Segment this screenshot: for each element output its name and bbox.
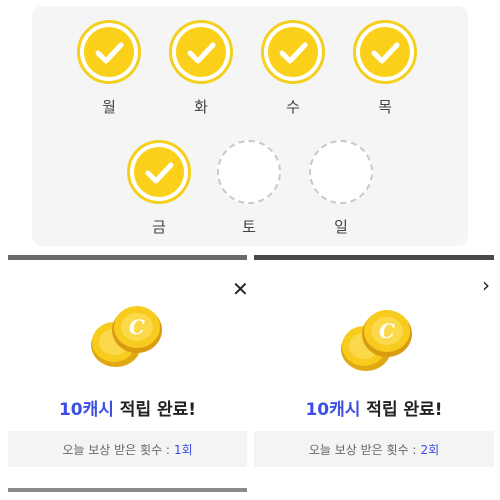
reward-popup: ✕ C 10캐시 적립 완료! 오늘 보상 받은 횟수 : 1회 (8, 255, 249, 492)
svg-text:C: C (129, 315, 145, 339)
day-label: 목 (378, 98, 392, 116)
day-label: 월 (102, 98, 116, 116)
coins-icon: C (341, 310, 412, 371)
day-tue: 화 (169, 10, 233, 116)
reward-count-value: 1회 (173, 442, 193, 457)
chevron-right-icon[interactable]: › (482, 275, 490, 295)
cash-amount: 10캐시 (58, 400, 114, 420)
headline-text: 적립 완료! (360, 400, 443, 420)
divider (254, 255, 494, 260)
reward-headline: 10캐시 적립 완료! (254, 395, 494, 420)
day-fri: 금 (127, 130, 191, 236)
day-sat: 토 (217, 130, 281, 236)
day-mon: 월 (77, 10, 141, 116)
day-label: 금 (152, 218, 166, 236)
day-wed: 수 (261, 10, 325, 116)
day-label: 수 (286, 98, 300, 116)
reward-count-bar: 오늘 보상 받은 횟수 : 2회 (254, 431, 494, 467)
reward-count-value: 2회 (420, 442, 440, 457)
divider (8, 255, 247, 260)
reward-count-label: 오늘 보상 받은 횟수 : (62, 442, 170, 457)
close-icon[interactable]: ✕ (232, 279, 249, 299)
day-label: 일 (334, 218, 348, 236)
day-label: 화 (194, 98, 208, 116)
reward-headline: 10캐시 적립 완료! (8, 395, 247, 420)
stamp-checked (353, 20, 417, 84)
check-icon (145, 162, 174, 184)
stamp-checked (169, 20, 233, 84)
coins-icon: C (91, 306, 162, 367)
svg-text:C: C (379, 319, 395, 343)
stamp-checked (77, 20, 141, 84)
reward-popup: › C 10캐시 적립 완료! 오늘 보상 받은 횟수 : 2회 (254, 255, 494, 492)
day-thu: 목 (353, 10, 417, 116)
stamp-checked (127, 140, 191, 204)
check-icon (187, 42, 216, 64)
reward-count-bar: 오늘 보상 받은 횟수 : 1회 (8, 431, 247, 467)
stamp-empty (217, 140, 281, 204)
divider (8, 488, 247, 492)
check-icon (279, 42, 308, 64)
stamp-empty (309, 140, 373, 204)
day-sun: 일 (309, 130, 373, 236)
check-icon (371, 42, 400, 64)
day-label: 토 (242, 218, 256, 236)
attendance-panel: 월 화 수 목 금 토 일 (32, 6, 468, 246)
stamp-checked (261, 20, 325, 84)
headline-text: 적립 완료! (113, 400, 197, 420)
screen: 월 화 수 목 금 토 일 ✕ C 10캐시 적립 완료! 오늘 보상 받은 횟… (0, 0, 500, 500)
reward-count-label: 오늘 보상 받은 횟수 : (308, 442, 417, 457)
check-icon (95, 42, 124, 64)
cash-amount: 10캐시 (305, 400, 361, 420)
